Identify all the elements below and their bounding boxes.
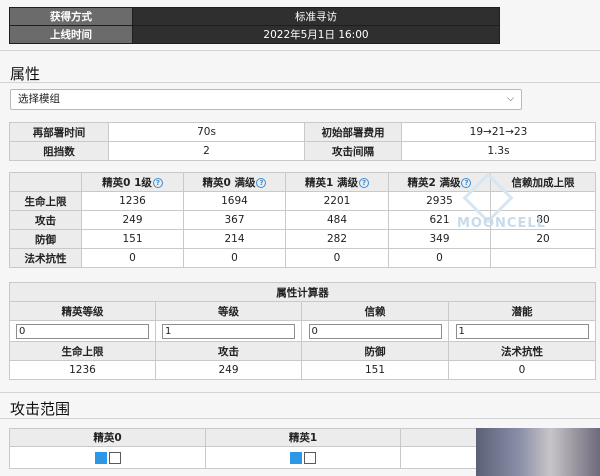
block-label: 阻挡数 (9, 141, 109, 161)
calc-label-elite: 精英等级 (9, 301, 156, 321)
attack-interval-value: 1.3s (401, 141, 596, 161)
operator-position-cell (290, 451, 302, 464)
help-icon[interactable]: ? (461, 177, 472, 188)
calc-result-def: 151 (301, 360, 449, 380)
trust-input[interactable]: 0 (308, 323, 442, 339)
help-icon[interactable]: ? (358, 177, 369, 188)
calc-result-label: 法术抗性 (448, 341, 596, 361)
operator-position-cell (94, 451, 107, 464)
help-icon[interactable]: ? (152, 177, 163, 188)
calc-label-trust: 信赖 (301, 301, 449, 321)
redeploy-label: 再部署时间 (9, 122, 109, 142)
watermark: MOONCELL (457, 216, 546, 231)
stats-corner (9, 172, 82, 192)
release-row: 上线时间 2022年5月1日 16:00 (9, 25, 500, 44)
stat-cell: 0 (81, 248, 184, 268)
range-cell (108, 451, 121, 464)
range-grid-e0 (9, 446, 206, 469)
calc-label-level: 等级 (155, 301, 302, 321)
divider (0, 392, 600, 393)
chevron-down-icon: ⌵ (507, 94, 514, 104)
stat-cell: 367 (183, 210, 286, 230)
range-grid-e1 (205, 446, 401, 469)
attack-interval-label: 攻击间隔 (304, 141, 402, 161)
acquire-method-value: 标准寻访 (132, 7, 500, 26)
divider (0, 418, 600, 419)
stat-cell: 1694 (183, 191, 286, 211)
attack-range-heading: 攻击范围 (10, 400, 71, 418)
deploy-cost-value: 19→21→23 (401, 122, 596, 142)
level-input[interactable]: 1 (162, 323, 295, 339)
calc-result-res: 0 (448, 360, 596, 380)
acquire-method-label: 获得方式 (9, 7, 133, 26)
deploy-cost-label: 初始部署费用 (304, 122, 402, 142)
row-label: 防御 (9, 229, 82, 249)
stat-cell: 0 (388, 248, 491, 268)
stat-cell: 484 (285, 210, 389, 230)
operator-thumbnail (476, 428, 600, 476)
calc-result-label: 攻击 (155, 341, 302, 361)
stat-cell: 20 (490, 229, 596, 249)
stat-cell: 282 (285, 229, 389, 249)
acquire-row: 获得方式 标准寻访 (9, 7, 500, 26)
deploy-table: 再部署时间 70s 初始部署费用 19→21→23 阻挡数 2 攻击间隔 1.3… (9, 122, 596, 161)
calculator-title: 属性计算器 (9, 282, 596, 302)
calc-result-label: 生命上限 (9, 341, 156, 361)
release-time-value: 2022年5月1日 16:00 (132, 25, 500, 44)
stats-col-trust: 信赖加成上限 (490, 172, 596, 192)
calc-result-label: 防御 (301, 341, 449, 361)
range-header-e0: 精英0 (9, 428, 206, 447)
column-label: 精英1 满级 (305, 176, 358, 189)
table-row: 法术抗性 0 0 0 0 (9, 248, 596, 268)
help-icon[interactable]: ? (256, 177, 267, 188)
table-row: 防御 151 214 282 349 20 (9, 229, 596, 249)
acquisition-info: 获得方式 标准寻访 上线时间 2022年5月1日 16:00 (9, 7, 500, 44)
column-label: 精英0 满级 (202, 176, 256, 189)
column-label: 精英0 1级 (102, 176, 152, 189)
stat-cell: 249 (81, 210, 184, 230)
attributes-heading: 属性 (10, 65, 41, 83)
stats-col-e0-max: 精英0 满级? (183, 172, 286, 192)
row-label: 生命上限 (9, 191, 82, 211)
calc-result-hp: 1236 (9, 360, 156, 380)
column-label: 精英2 满级 (407, 176, 461, 189)
elite-level-input[interactable]: 0 (16, 323, 149, 339)
stat-cell: 214 (183, 229, 286, 249)
acquisition-table: 获得方式 标准寻访 上线时间 2022年5月1日 16:00 (9, 7, 500, 44)
calc-result-atk: 249 (155, 360, 302, 380)
redeploy-value: 70s (108, 122, 305, 142)
row-label: 攻击 (9, 210, 82, 230)
block-value: 2 (108, 141, 305, 161)
calc-label-potential: 潜能 (448, 301, 596, 321)
potential-input[interactable]: 1 (455, 323, 589, 339)
stats-header-row: 精英0 1级? 精英0 满级? 精英1 满级? 精英2 满级? 信赖加成上限 (9, 172, 596, 192)
stats-col-e0-1: 精英0 1级? (81, 172, 184, 192)
stat-cell (490, 248, 596, 268)
stat-cell: 0 (285, 248, 389, 268)
stat-cell: 1236 (81, 191, 184, 211)
row-label: 法术抗性 (9, 248, 82, 268)
range-cell (304, 451, 316, 464)
divider (0, 82, 600, 83)
module-select[interactable]: 选择模组 ⌵ (10, 89, 522, 110)
range-header-e1: 精英1 (205, 428, 401, 447)
stat-cell: 2201 (285, 191, 389, 211)
stat-cell: 0 (183, 248, 286, 268)
stat-cell: 151 (81, 229, 184, 249)
stats-col-e1-max: 精英1 满级? (285, 172, 389, 192)
module-select-value: 选择模组 (18, 93, 60, 105)
divider (0, 50, 600, 51)
release-time-label: 上线时间 (9, 25, 133, 44)
attribute-calculator: 属性计算器 精英等级 等级 信赖 潜能 0 1 0 1 生命上限 攻击 防御 法… (9, 282, 596, 380)
stat-cell: 349 (388, 229, 491, 249)
